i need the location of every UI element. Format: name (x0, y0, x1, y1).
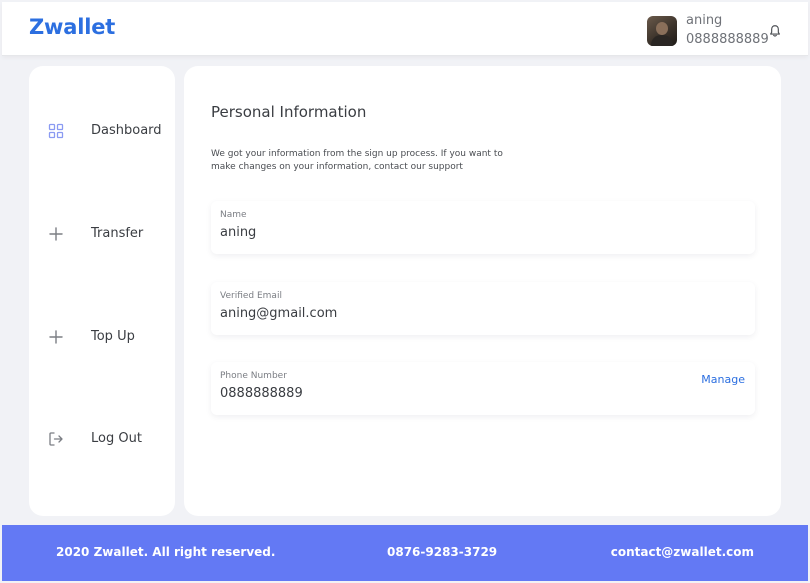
sidebar-item-label: Transfer (91, 226, 144, 241)
user-phone: 0888888889 (686, 32, 769, 47)
top-header: Zwallet aning 0888888889 (2, 2, 808, 56)
plus-icon (49, 330, 63, 344)
email-field: Verified Email aning@gmail.com (211, 282, 755, 335)
footer-email[interactable]: contact@zwallet.com (611, 545, 754, 559)
sidebar-item-label: Top Up (91, 329, 135, 344)
page-description: We got your information from the sign up… (211, 149, 503, 172)
personal-info-card: Personal Information We got your informa… (184, 66, 781, 516)
brand-logo[interactable]: Zwallet (29, 15, 115, 39)
footer-phone: 0876-9283-3729 (387, 545, 498, 559)
field-label: Verified Email (220, 291, 282, 301)
sidebar-item-dashboard[interactable]: Dashboard (29, 116, 175, 146)
field-value: 0888888889 (220, 386, 303, 401)
bell-icon[interactable] (768, 24, 782, 38)
sidebar: Dashboard Transfer Top Up Log Out (29, 66, 175, 516)
page-title: Personal Information (211, 103, 367, 121)
sidebar-item-label: Log Out (91, 431, 142, 446)
sidebar-item-log-out[interactable]: Log Out (29, 424, 175, 454)
grid-icon (48, 123, 64, 139)
avatar-face (656, 22, 668, 35)
plus-icon (49, 227, 63, 241)
footer-copyright: 2020 Zwallet. All right reserved. (56, 545, 276, 559)
user-name: aning (686, 13, 723, 28)
field-value: aning (220, 225, 257, 240)
phone-field: Phone Number 0888888889 Manage (211, 362, 755, 415)
sidebar-item-transfer[interactable]: Transfer (29, 219, 175, 249)
sidebar-item-top-up[interactable]: Top Up (29, 322, 175, 352)
field-value: aning@gmail.com (220, 306, 338, 321)
name-field: Name aning (211, 201, 755, 254)
avatar[interactable] (647, 16, 677, 46)
footer: 2020 Zwallet. All right reserved. 0876-9… (2, 525, 808, 581)
avatar-body (651, 35, 673, 46)
logout-icon (49, 432, 63, 446)
field-label: Name (220, 210, 247, 220)
field-label: Phone Number (220, 371, 287, 381)
sidebar-item-label: Dashboard (91, 123, 162, 138)
manage-phone-link[interactable]: Manage (701, 373, 745, 386)
